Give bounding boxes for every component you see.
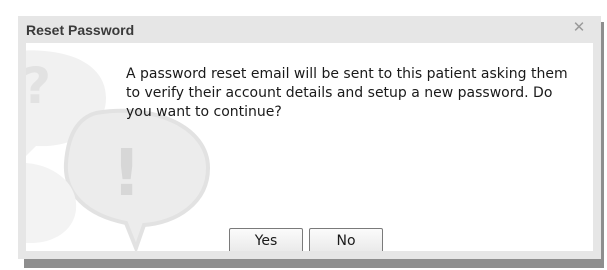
reset-password-dialog: Reset Password ✕ ? ! A password reset em… bbox=[18, 16, 601, 259]
dialog-message: A password reset email will be sent to t… bbox=[126, 66, 568, 120]
svg-text:!: ! bbox=[112, 137, 141, 211]
close-icon[interactable]: ✕ bbox=[571, 18, 587, 36]
dialog-title: Reset Password bbox=[26, 22, 135, 38]
dialog-titlebar[interactable]: Reset Password ✕ bbox=[18, 16, 601, 43]
yes-button[interactable]: Yes bbox=[229, 228, 303, 251]
dialog-content: ? ! A password reset email will be sent … bbox=[26, 43, 593, 251]
svg-text:?: ? bbox=[26, 57, 51, 115]
screen: Reset Password ✕ ? ! A password reset em… bbox=[0, 0, 607, 270]
no-button[interactable]: No bbox=[309, 228, 383, 251]
